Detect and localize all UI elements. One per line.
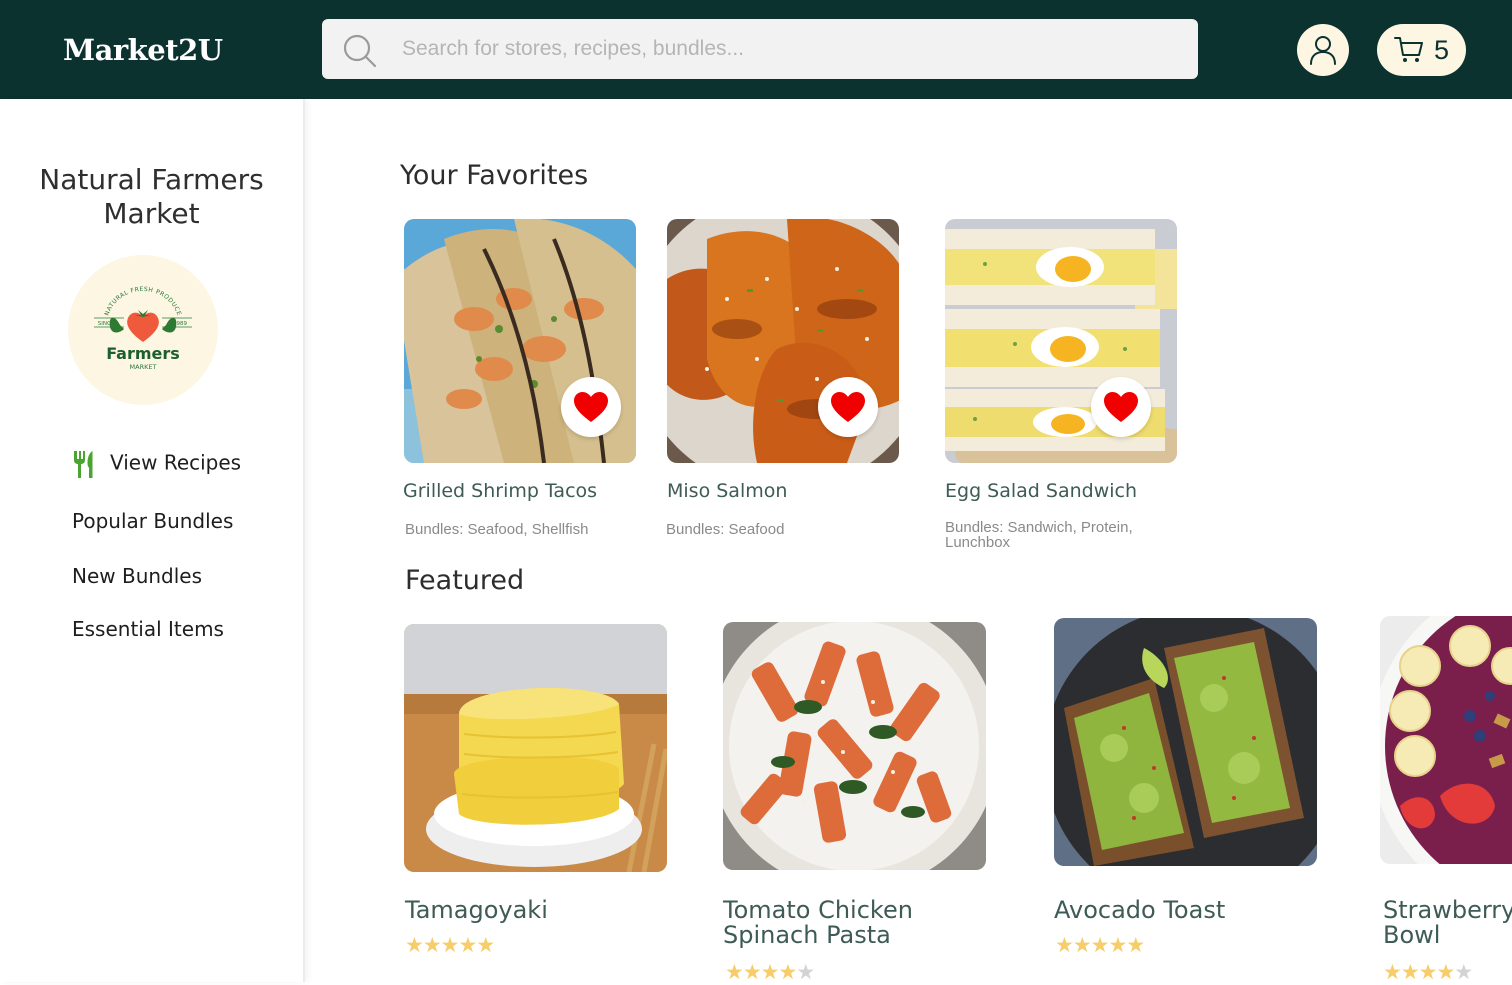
featured-card-image[interactable] (1054, 618, 1317, 866)
heart-icon (1104, 392, 1138, 422)
heart-icon (574, 392, 608, 422)
star-icon: ★ (1108, 934, 1127, 957)
avocado-toast-photo (1054, 618, 1317, 866)
star-icon: ★ (1126, 934, 1145, 957)
app-logo[interactable]: Market2U (63, 33, 223, 67)
shopping-cart-icon (1393, 37, 1423, 62)
star-icon: ★ (1454, 961, 1473, 984)
featured-card-image[interactable] (1380, 616, 1512, 864)
sidebar-item-new-bundles[interactable]: New Bundles (72, 564, 202, 588)
star-icon: ★ (458, 934, 477, 957)
star-icon: ★ (440, 934, 460, 957)
favorite-recipe-bundles: Bundles: Seafood, Shellfish (405, 521, 589, 538)
star-icon: ★ (1090, 934, 1110, 957)
featured-section-title: Featured (405, 565, 525, 596)
star-icon: ★ (422, 934, 442, 957)
store-logo[interactable]: NATURAL FRESH PRODUCE SINCE 1989 Farmers… (68, 255, 218, 405)
svg-text:NATURAL FRESH PRODUCE: NATURAL FRESH PRODUCE (103, 286, 182, 317)
star-icon: ★ (1072, 934, 1092, 957)
favorite-toggle-button[interactable] (561, 377, 621, 437)
search-input[interactable] (402, 29, 1162, 69)
star-icon: ★ (725, 961, 744, 984)
favorite-recipe-bundles: Bundles: Seafood (666, 521, 785, 538)
star-icon: ★ (1436, 961, 1455, 984)
star-icon: ★ (1055, 934, 1074, 957)
cart-count: 5 (1433, 34, 1450, 65)
farmers-market-logo-image: NATURAL FRESH PRODUCE SINCE 1989 Farmers… (94, 286, 192, 371)
star-icon: ★ (476, 934, 495, 957)
tamagoyaki-photo (404, 624, 667, 872)
star-icon: ★ (405, 934, 424, 957)
sidebar-item-popular-bundles[interactable]: Popular Bundles (72, 509, 233, 533)
star-icon: ★ (1400, 961, 1420, 984)
star-rating: ★★★★★ (405, 933, 495, 958)
star-icon: ★ (1383, 961, 1402, 984)
store-sidebar: Natural Farmers Market NATURAL FRESH PRO… (0, 99, 305, 982)
search-bar[interactable] (322, 19, 1198, 79)
search-icon (343, 34, 377, 68)
sidebar-item-view-recipes[interactable]: View Recipes (72, 449, 241, 479)
star-rating: ★★★★★ (1055, 933, 1145, 958)
star-rating: ★★★★★ (1383, 960, 1473, 985)
star-rating: ★★★★★ (725, 960, 815, 985)
favorites-section-title: Your Favorites (400, 160, 589, 191)
featured-recipe-name[interactable]: Tomato Chicken Spinach Pasta (723, 898, 993, 948)
sidebar-item-essential-items[interactable]: Essential Items (72, 617, 224, 641)
sidebar-item-label: View Recipes (110, 450, 242, 475)
favorite-recipe-bundles: Bundles: Sandwich, Protein, Lunchbox (945, 519, 1133, 551)
favorite-recipe-name[interactable]: Miso Salmon (667, 480, 787, 502)
featured-card-image[interactable] (723, 622, 986, 870)
fork-knife-icon (74, 451, 93, 478)
heart-icon (831, 392, 865, 422)
cart-button[interactable]: 5 (1377, 24, 1466, 76)
user-icon (1310, 36, 1336, 65)
featured-recipe-name[interactable]: Avocado Toast (1054, 898, 1317, 923)
account-button[interactable] (1297, 24, 1349, 76)
star-icon: ★ (778, 961, 797, 984)
favorite-recipe-name[interactable]: Grilled Shrimp Tacos (403, 480, 597, 502)
svg-text:Farmers: Farmers (106, 344, 180, 363)
store-name: Natural Farmers Market (39, 163, 264, 230)
svg-text:MARKET: MARKET (130, 363, 157, 371)
favorite-recipe-name[interactable]: Egg Salad Sandwich (945, 480, 1137, 502)
favorite-toggle-button[interactable] (818, 377, 878, 437)
star-icon: ★ (760, 961, 780, 984)
featured-recipe-name[interactable]: Strawberry Acai Bowl (1383, 898, 1512, 948)
favorite-toggle-button[interactable] (1091, 377, 1151, 437)
star-icon: ★ (742, 961, 762, 984)
strawberry-acai-bowl-photo (1380, 616, 1512, 864)
star-icon: ★ (796, 961, 815, 984)
featured-card-image[interactable] (404, 624, 667, 872)
tomato-chicken-spinach-pasta-photo (723, 622, 986, 870)
star-icon: ★ (1418, 961, 1438, 984)
featured-recipe-name[interactable]: Tamagoyaki (405, 898, 668, 923)
top-navigation-bar: Market2U 5 (0, 0, 1512, 99)
